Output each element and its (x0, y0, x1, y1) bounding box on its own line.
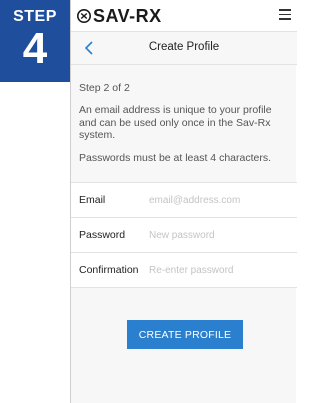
brand-name: SAV-RX (93, 5, 162, 26)
hamburger-menu-icon[interactable] (279, 9, 291, 20)
app-header: SAV-RX (71, 0, 297, 32)
confirmation-label: Confirmation (79, 264, 139, 276)
phone-screen: SAV-RX Create Profile Step 2 of 2 An ema… (70, 0, 297, 403)
email-label: Email (79, 194, 106, 206)
step-badge: STEP 4 (0, 0, 70, 82)
password-field[interactable] (149, 226, 289, 244)
profile-form: Email Password Confirmation (71, 182, 297, 288)
confirmation-field[interactable] (149, 261, 289, 279)
email-info-text: An email address is unique to your profi… (79, 104, 272, 141)
savrx-logo-icon (77, 9, 91, 23)
password-row: Password (71, 218, 297, 253)
confirmation-row: Confirmation (71, 253, 297, 288)
step-number: 4 (22, 24, 48, 73)
password-requirement-text: Passwords must be at least 4 characters. (79, 152, 271, 164)
step-progress-label: Step 2 of 2 (79, 82, 130, 94)
create-profile-button[interactable]: CREATE PROFILE (127, 320, 243, 349)
page-title: Create Profile (148, 41, 220, 53)
nav-bar: Create Profile (71, 32, 297, 65)
brand-logo[interactable]: SAV-RX (77, 5, 162, 27)
email-row: Email (71, 183, 297, 218)
email-field[interactable] (149, 191, 289, 209)
password-label: Password (79, 229, 126, 241)
